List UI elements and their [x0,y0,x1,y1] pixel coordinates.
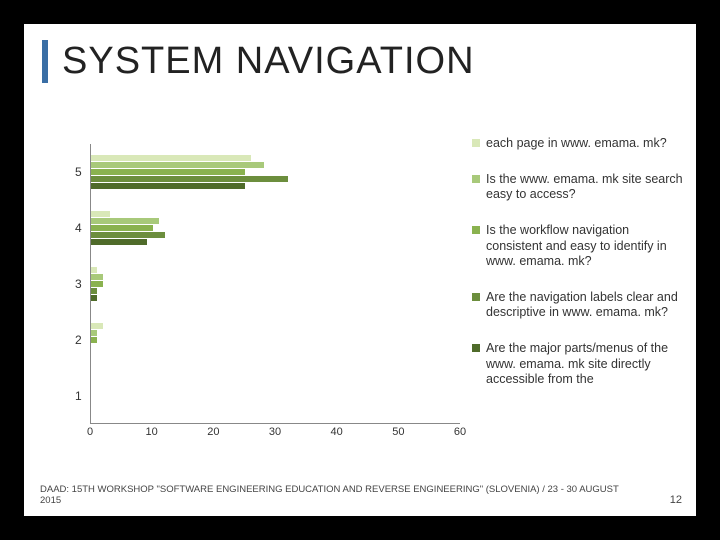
chart-x-tick: 30 [269,426,281,438]
legend-label: each page in www. emama. mk? [486,136,667,152]
chart-x-axis: 0102030405060 [90,426,460,442]
chart-bar [91,211,110,217]
legend-item: Is the www. emama. mk site search easy t… [472,172,688,203]
chart-x-tick: 40 [331,426,343,438]
legend-label: Are the navigation labels clear and desc… [486,290,688,321]
legend-item: Are the navigation labels clear and desc… [472,290,688,321]
chart-bar [91,295,97,301]
page-title: SYSTEM NAVIGATION [62,40,475,83]
chart-y-tick: 5 [75,165,82,179]
chart-bar [91,169,245,175]
chart-bar [91,155,251,161]
chart-bar [91,281,103,287]
chart-bar [91,337,97,343]
chart-bar [91,274,103,280]
chart-x-tick: 50 [392,426,404,438]
chart-bar [91,232,165,238]
legend-swatch-icon [472,226,480,234]
legend-swatch-icon [472,175,480,183]
legend-swatch-icon [472,293,480,301]
chart-y-tick: 1 [75,389,82,403]
legend-label: Is the www. emama. mk site search easy t… [486,172,688,203]
chart-bar [91,162,264,168]
chart-bar [91,323,103,329]
chart-x-tick: 10 [146,426,158,438]
page-number: 12 [670,494,682,506]
chart-bar [91,239,147,245]
chart-bar [91,330,97,336]
slide: SYSTEM NAVIGATION 54321 0102030405060 ea… [24,24,696,516]
chart-y-tick: 4 [75,221,82,235]
chart-bar [91,183,245,189]
chart-bar [91,288,97,294]
legend-item: Is the workflow navigation consistent an… [472,223,688,270]
legend-swatch-icon [472,139,480,147]
chart-y-tick: 2 [75,333,82,347]
legend-item: Are the major parts/menus of the www. em… [472,341,688,388]
chart-x-tick: 0 [87,426,93,438]
bar-chart: 54321 0102030405060 [72,144,460,444]
footer-text: DAAD: 15TH WORKSHOP "SOFTWARE ENGINEERIN… [40,484,640,506]
chart-bar [91,267,97,273]
title-accent: SYSTEM NAVIGATION [42,40,475,83]
chart-plot-area: 54321 [90,144,460,424]
chart-y-tick: 3 [75,277,82,291]
chart-x-tick: 60 [454,426,466,438]
legend-label: Are the major parts/menus of the www. em… [486,341,688,388]
chart-legend: each page in www. emama. mk? Is the www.… [472,136,688,408]
chart-bar [91,225,153,231]
chart-bar [91,176,288,182]
chart-bar [91,218,159,224]
legend-label: Is the workflow navigation consistent an… [486,223,688,270]
chart-x-tick: 20 [207,426,219,438]
legend-item: each page in www. emama. mk? [472,136,688,152]
legend-swatch-icon [472,344,480,352]
